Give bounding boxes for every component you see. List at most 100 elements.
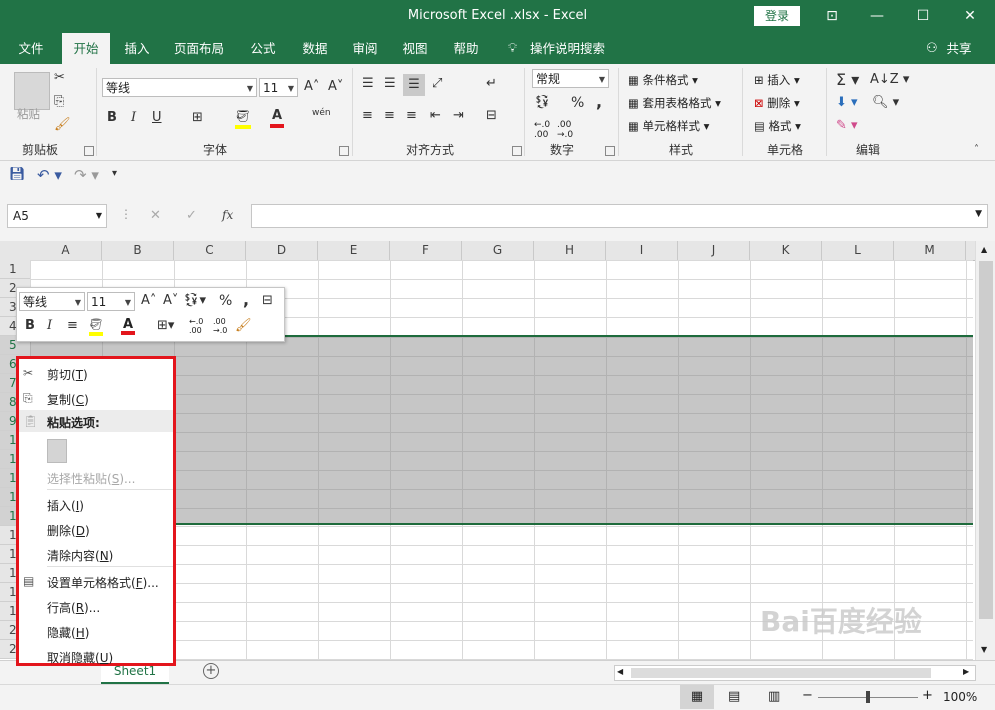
close-icon[interactable]: ✕ bbox=[955, 6, 985, 26]
formula-input[interactable]: ▼ bbox=[251, 204, 988, 228]
scroll-thumb[interactable] bbox=[979, 261, 993, 619]
increase-indent-icon[interactable]: ⇥ bbox=[453, 108, 464, 123]
mini-format-painter-icon[interactable]: 🖌︎ bbox=[235, 318, 252, 333]
alignment-launcher-icon[interactable] bbox=[512, 146, 522, 156]
maximize-icon[interactable]: ☐ bbox=[908, 6, 938, 26]
minimize-icon[interactable]: — bbox=[862, 6, 892, 26]
fill-down-icon[interactable]: ⬇ ▾ bbox=[836, 95, 858, 110]
copy-icon[interactable]: ⎘ bbox=[54, 94, 64, 109]
menu-item-delete[interactable]: 删除(D) bbox=[47, 522, 90, 539]
mini-increase-decimal-icon[interactable]: ←.0.00 bbox=[189, 317, 203, 335]
column-header-m[interactable]: M bbox=[894, 241, 966, 260]
undo-icon[interactable]: ↶ ▾ bbox=[37, 166, 62, 184]
column-header-i[interactable]: I bbox=[606, 241, 678, 260]
insert-cells-button[interactable]: ⊞ 插入 ▾ bbox=[754, 72, 800, 88]
percent-style-button[interactable]: % bbox=[571, 95, 584, 111]
tab-file[interactable]: 文件 bbox=[8, 33, 54, 64]
mini-increase-font-icon[interactable]: A˄ bbox=[141, 293, 156, 308]
enter-icon[interactable]: ✓ bbox=[186, 208, 197, 223]
column-header-f[interactable]: F bbox=[390, 241, 462, 260]
ribbon-display-options-icon[interactable]: ⊡ bbox=[817, 6, 847, 26]
phonetic-icon[interactable]: wén bbox=[312, 108, 331, 118]
select-all-corner[interactable] bbox=[0, 241, 30, 260]
column-header-e[interactable]: E bbox=[318, 241, 390, 260]
italic-button[interactable]: I bbox=[131, 110, 136, 125]
zoom-slider-handle[interactable] bbox=[866, 691, 870, 703]
mini-font-combo[interactable]: 等线 ▼ bbox=[19, 292, 85, 311]
align-bottom-icon[interactable]: ☰ bbox=[403, 74, 425, 96]
clipboard-launcher-icon[interactable] bbox=[84, 146, 94, 156]
align-center-icon[interactable]: ≡ bbox=[384, 108, 395, 123]
cell-styles-button[interactable]: ▦ 单元格样式 ▾ bbox=[628, 118, 709, 134]
clear-icon[interactable]: ✎ ▾ bbox=[836, 118, 858, 133]
login-button[interactable]: 登录 bbox=[754, 6, 800, 26]
paste-clipboard-icon[interactable] bbox=[47, 439, 67, 463]
menu-item-insert[interactable]: 插入(I) bbox=[47, 497, 84, 514]
share-button[interactable]: 共享 bbox=[944, 33, 974, 64]
zoom-out-button[interactable]: − bbox=[802, 688, 813, 703]
menu-item-row-height[interactable]: 行高(R)... bbox=[47, 599, 100, 616]
scroll-up-icon[interactable]: ▲ bbox=[981, 245, 987, 254]
decrease-indent-icon[interactable]: ⇤ bbox=[430, 108, 441, 123]
column-header-a[interactable]: A bbox=[30, 241, 102, 260]
row-header-1[interactable]: 1 bbox=[0, 260, 30, 279]
vertical-scrollbar[interactable]: ▲ ▼ bbox=[975, 241, 995, 660]
mini-accounting-icon[interactable]: 💱︎▾ bbox=[183, 293, 206, 308]
borders-icon[interactable]: ⊞ bbox=[192, 110, 203, 125]
collapse-ribbon-icon[interactable]: ˄ bbox=[974, 144, 979, 155]
menu-item-clear-contents[interactable]: 清除内容(N) bbox=[47, 547, 113, 564]
menu-item-format-cells[interactable]: 设置单元格格式(F)... bbox=[47, 574, 159, 591]
tab-view[interactable]: 视图 bbox=[392, 33, 438, 64]
column-header-h[interactable]: H bbox=[534, 241, 606, 260]
menu-item-unhide[interactable]: 取消隐藏(U) bbox=[47, 649, 113, 666]
tab-help[interactable]: 帮助 bbox=[443, 33, 489, 64]
tell-me-search[interactable]: 操作说明搜索 bbox=[530, 33, 610, 64]
sort-filter-icon[interactable]: A↓Z ▾ bbox=[870, 72, 909, 87]
menu-item-cut[interactable]: 剪切(T) bbox=[47, 366, 88, 383]
find-select-icon[interactable]: 🔍︎ ▾ bbox=[872, 95, 899, 110]
cancel-icon[interactable]: ✕ bbox=[150, 208, 161, 223]
bold-button[interactable]: B bbox=[107, 110, 117, 125]
insert-function-icon[interactable]: fx bbox=[222, 208, 233, 222]
font-size-combo[interactable]: 11 ▼ bbox=[259, 78, 298, 97]
tab-data[interactable]: 数据 bbox=[292, 33, 338, 64]
h-scroll-thumb[interactable] bbox=[631, 668, 931, 678]
zoom-in-button[interactable]: + bbox=[922, 688, 933, 703]
comma-style-button[interactable]: , bbox=[596, 92, 602, 111]
mini-fill-color-icon[interactable]: 🪣︎ bbox=[89, 318, 103, 336]
mini-font-color-icon[interactable]: A bbox=[121, 317, 135, 335]
page-layout-view-icon[interactable]: ▤ bbox=[728, 689, 740, 704]
underline-button[interactable]: U bbox=[152, 110, 162, 125]
mini-decrease-decimal-icon[interactable]: .00 →.0 bbox=[213, 317, 227, 335]
menu-item-copy[interactable]: 复制(C) bbox=[47, 391, 89, 408]
delete-cells-button[interactable]: ⊠ 删除 ▾ bbox=[754, 95, 800, 111]
save-icon[interactable]: 💾︎ bbox=[9, 167, 26, 182]
increase-decimal-icon[interactable]: ←.0.00 bbox=[534, 120, 550, 140]
customize-qat-icon[interactable]: ▾ bbox=[112, 168, 117, 179]
paste-label[interactable]: 粘贴 bbox=[17, 106, 40, 122]
format-painter-icon[interactable]: 🖌︎ bbox=[54, 117, 71, 132]
tab-review[interactable]: 审阅 bbox=[342, 33, 388, 64]
mini-decrease-font-icon[interactable]: A˅ bbox=[163, 293, 178, 308]
autosum-icon[interactable]: Σ ▾ bbox=[836, 70, 859, 89]
align-top-icon[interactable]: ☰ bbox=[362, 76, 374, 91]
font-launcher-icon[interactable] bbox=[339, 146, 349, 156]
scroll-down-icon[interactable]: ▼ bbox=[981, 645, 987, 654]
redo-icon[interactable]: ↷ ▾ bbox=[74, 166, 99, 184]
fill-color-icon[interactable]: 🪣︎ bbox=[235, 109, 251, 129]
decrease-decimal-icon[interactable]: .00 →.0 bbox=[557, 120, 573, 140]
mini-borders-icon[interactable]: ⊞▾ bbox=[157, 318, 174, 333]
mini-comma-button[interactable]: , bbox=[243, 290, 249, 309]
add-sheet-icon[interactable]: + bbox=[203, 663, 219, 679]
number-launcher-icon[interactable] bbox=[605, 146, 615, 156]
font-color-icon[interactable]: A bbox=[270, 108, 284, 128]
column-header-b[interactable]: B bbox=[102, 241, 174, 260]
tab-page-layout[interactable]: 页面布局 bbox=[168, 33, 230, 64]
conditional-formatting-button[interactable]: ▦ 条件格式 ▾ bbox=[628, 72, 698, 88]
format-as-table-button[interactable]: ▦ 套用表格格式 ▾ bbox=[628, 95, 721, 111]
page-break-view-icon[interactable]: ▥ bbox=[768, 689, 780, 704]
menu-item-hide[interactable]: 隐藏(H) bbox=[47, 624, 89, 641]
paste-icon[interactable] bbox=[14, 72, 50, 110]
column-header-l[interactable]: L bbox=[822, 241, 894, 260]
font-name-combo[interactable]: 等线 ▼ bbox=[102, 78, 257, 97]
